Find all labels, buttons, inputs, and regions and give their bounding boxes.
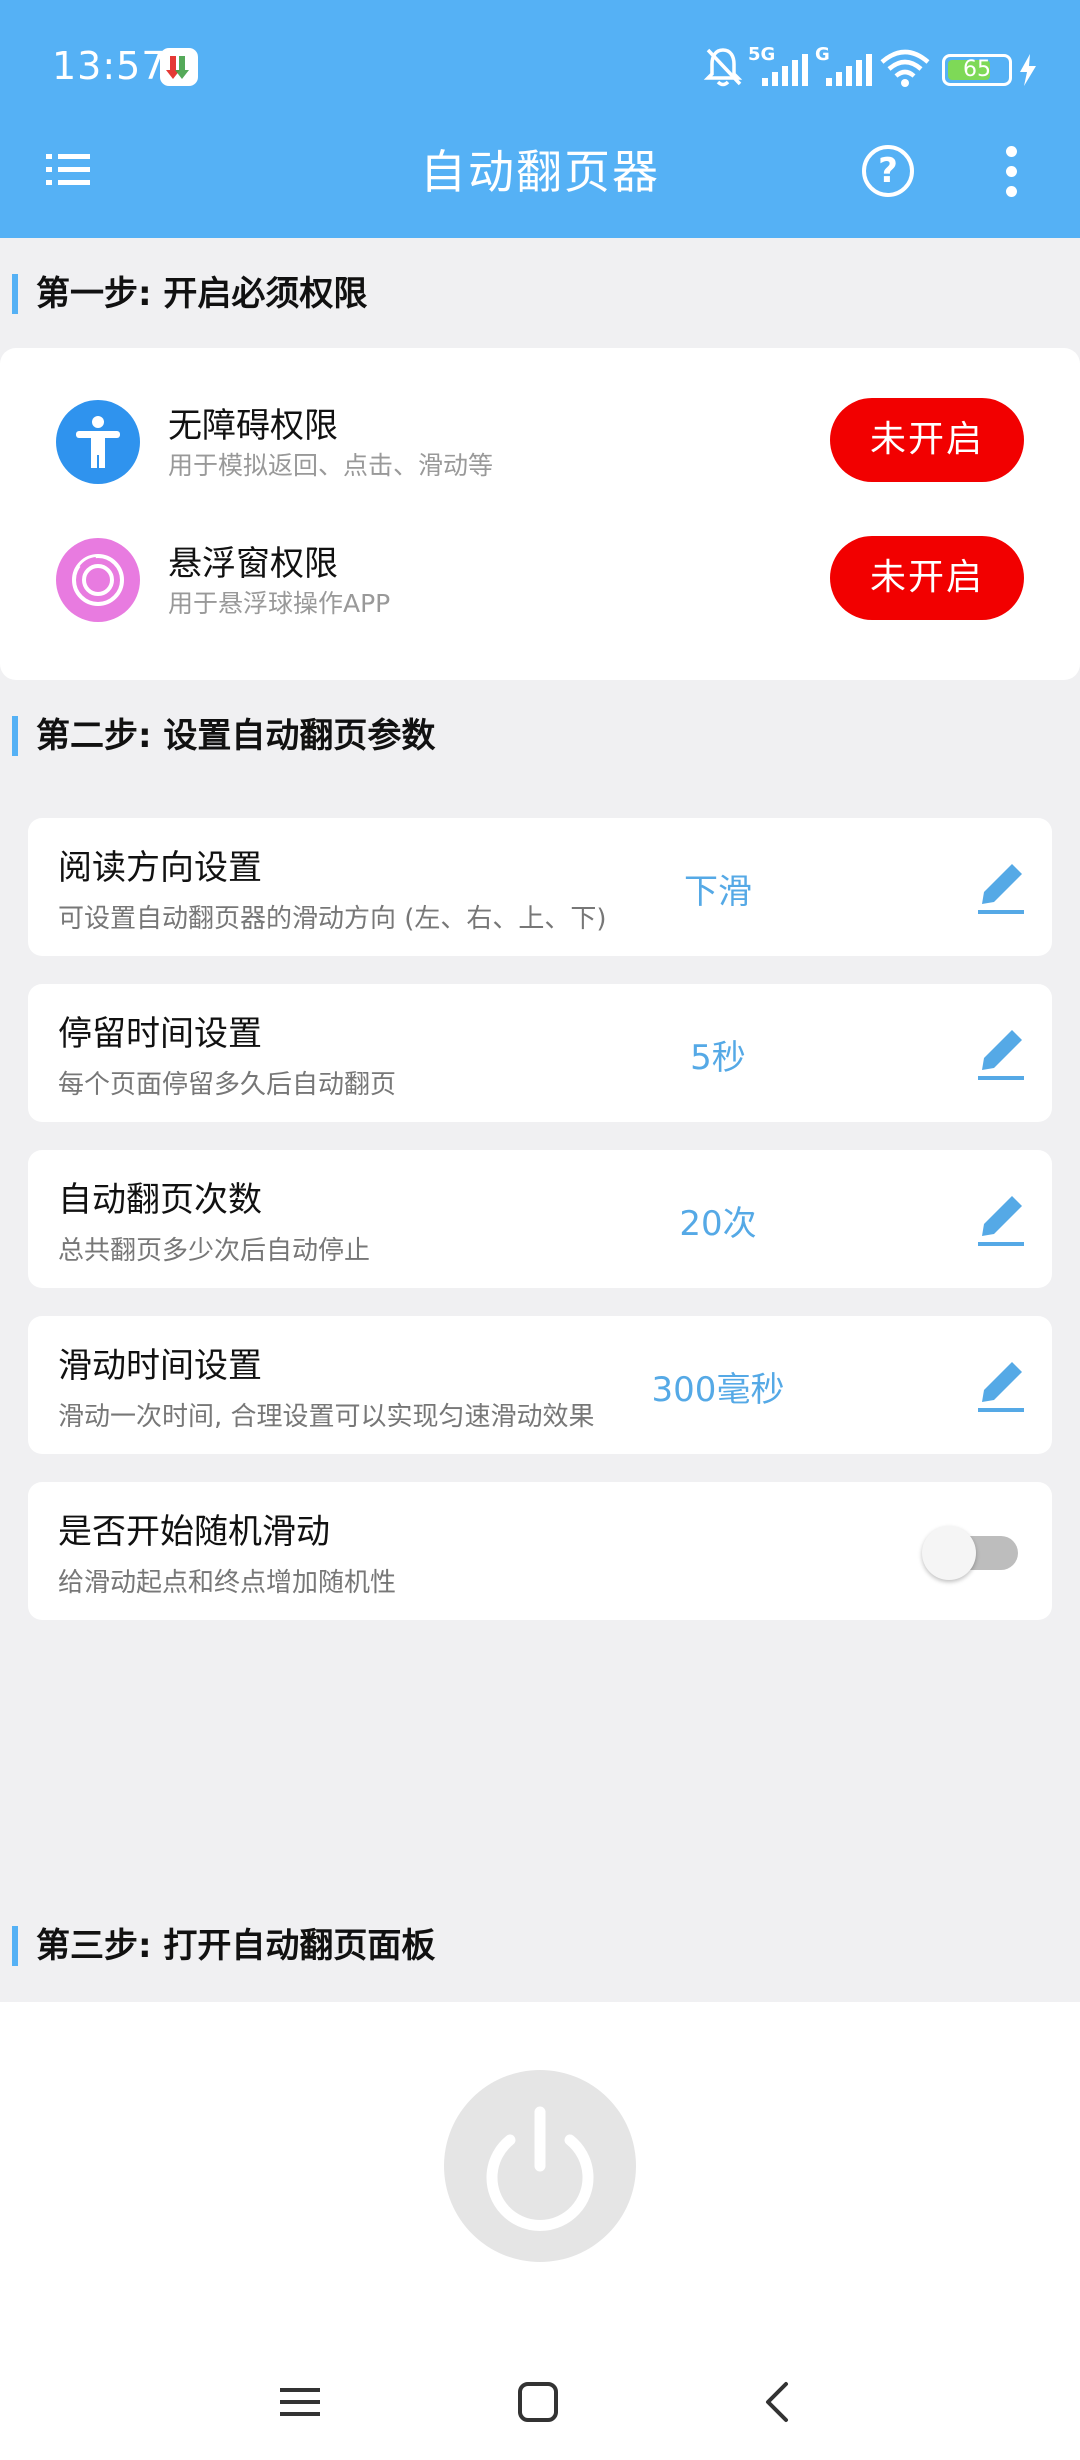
charging-icon bbox=[1020, 54, 1036, 86]
page-title: 自动翻页器 bbox=[420, 145, 660, 199]
setting-value: 下滑 bbox=[684, 872, 752, 912]
setting-desc: 滑动一次时间, 合理设置可以实现匀速滑动效果 bbox=[58, 1402, 595, 1432]
permission-desc: 用于模拟返回、点击、滑动等 bbox=[168, 451, 494, 480]
nav-home-icon[interactable] bbox=[508, 2372, 568, 2432]
nav-menu-icon[interactable] bbox=[270, 2372, 330, 2432]
step2-title: 第二步: 设置自动翻页参数 bbox=[12, 716, 435, 756]
status-bar: 13:57 5G G 65 bbox=[0, 0, 1080, 130]
permission-name: 悬浮窗权限 bbox=[168, 544, 338, 584]
setting-title: 停留时间设置 bbox=[58, 1014, 262, 1054]
system-nav-bar bbox=[0, 2360, 1080, 2440]
setting-value: 300毫秒 bbox=[651, 1370, 785, 1410]
power-button[interactable] bbox=[444, 2070, 636, 2262]
battery-level: 65 bbox=[963, 57, 991, 82]
permission-row-floating-window: 悬浮窗权限 用于悬浮球操作APP 未开启 bbox=[0, 526, 1080, 646]
enable-floating-window-button[interactable]: 未开启 bbox=[830, 536, 1024, 620]
battery-icon: 65 bbox=[942, 54, 1012, 86]
nav-back-icon[interactable] bbox=[748, 2372, 808, 2432]
more-vertical-icon[interactable] bbox=[1000, 144, 1024, 200]
random-swipe-toggle[interactable] bbox=[920, 1526, 1036, 1580]
setting-desc: 给滑动起点和终点增加随机性 bbox=[58, 1568, 397, 1598]
edit-icon[interactable] bbox=[976, 1356, 1028, 1414]
mute-bell-icon bbox=[703, 48, 743, 87]
setting-value: 5秒 bbox=[690, 1038, 746, 1078]
setting-title: 自动翻页次数 bbox=[58, 1180, 262, 1220]
accessibility-icon bbox=[56, 400, 140, 484]
step3-title: 第三步: 打开自动翻页面板 bbox=[12, 1926, 435, 1966]
edit-icon[interactable] bbox=[976, 858, 1028, 916]
setting-desc: 每个页面停留多久后自动翻页 bbox=[58, 1070, 397, 1100]
permission-name: 无障碍权限 bbox=[168, 406, 338, 446]
permission-desc: 用于悬浮球操作APP bbox=[168, 589, 391, 618]
app-header: 13:57 5G G 65 自动翻页器 ? bbox=[0, 0, 1080, 238]
setting-page-count[interactable]: 自动翻页次数 总共翻页多少次后自动停止 20次 bbox=[28, 1150, 1052, 1288]
edit-icon[interactable] bbox=[976, 1024, 1028, 1082]
enable-accessibility-button[interactable]: 未开启 bbox=[830, 398, 1024, 482]
wifi-icon bbox=[880, 49, 930, 87]
signal-icon-2 bbox=[826, 54, 872, 86]
setting-title: 滑动时间设置 bbox=[58, 1346, 262, 1386]
help-button[interactable]: ? bbox=[862, 145, 914, 197]
step1-title: 第一步: 开启必须权限 bbox=[12, 274, 367, 314]
setting-stay-time[interactable]: 停留时间设置 每个页面停留多久后自动翻页 5秒 bbox=[28, 984, 1052, 1122]
floating-ball-icon bbox=[56, 538, 140, 622]
setting-reading-direction[interactable]: 阅读方向设置 可设置自动翻页器的滑动方向 (左、右、上、下) 下滑 bbox=[28, 818, 1052, 956]
permissions-card: 无障碍权限 用于模拟返回、点击、滑动等 未开启 悬浮窗权限 用于悬浮球操作APP… bbox=[0, 348, 1080, 680]
setting-value: 20次 bbox=[679, 1204, 757, 1244]
setting-desc: 总共翻页多少次后自动停止 bbox=[58, 1236, 371, 1266]
setting-swipe-time[interactable]: 滑动时间设置 滑动一次时间, 合理设置可以实现匀速滑动效果 300毫秒 bbox=[28, 1316, 1052, 1454]
setting-title: 阅读方向设置 bbox=[58, 848, 262, 888]
power-icon bbox=[486, 2106, 594, 2231]
setting-desc: 可设置自动翻页器的滑动方向 (左、右、上、下) bbox=[58, 904, 607, 934]
signal-icon bbox=[762, 54, 808, 86]
permission-row-accessibility: 无障碍权限 用于模拟返回、点击、滑动等 未开启 bbox=[0, 388, 1080, 508]
setting-title: 是否开始随机滑动 bbox=[58, 1512, 330, 1552]
setting-random-swipe: 是否开始随机滑动 给滑动起点和终点增加随机性 bbox=[28, 1482, 1052, 1620]
status-time: 13:57 bbox=[52, 44, 167, 88]
app-notify-icon bbox=[160, 48, 198, 86]
edit-icon[interactable] bbox=[976, 1190, 1028, 1248]
